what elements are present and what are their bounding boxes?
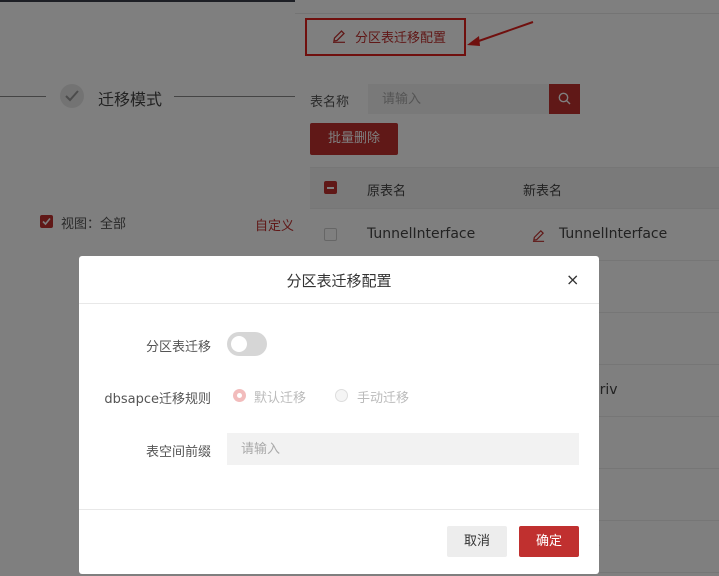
radio-manual-label: 手动迁移	[357, 391, 410, 406]
tablespace-prefix-label: 表空间前缀	[145, 445, 211, 460]
partition-migration-toggle[interactable]	[227, 332, 267, 356]
radio-manual-migration[interactable]	[335, 389, 348, 402]
cancel-button[interactable]: 取消	[447, 526, 507, 557]
tablespace-prefix-input[interactable]	[227, 433, 579, 465]
partition-migration-label: 分区表迁移	[145, 340, 211, 355]
radio-default-label: 默认迁移	[254, 391, 307, 406]
dialog-header-divider	[79, 303, 599, 304]
close-icon[interactable]: ×	[566, 270, 579, 289]
radio-default-migration[interactable]	[233, 389, 246, 402]
toggle-knob	[231, 336, 247, 352]
dialog-title: 分区表迁移配置	[286, 272, 392, 290]
partition-config-dialog: 分区表迁移配置 × 分区表迁移 dbsapce迁移规则 默认迁移 手动迁移 表空…	[79, 256, 599, 574]
confirm-button[interactable]: 确定	[519, 526, 579, 557]
dialog-footer-divider	[79, 509, 599, 510]
dbspace-rule-label: dbsapce迁移规则	[104, 392, 211, 407]
